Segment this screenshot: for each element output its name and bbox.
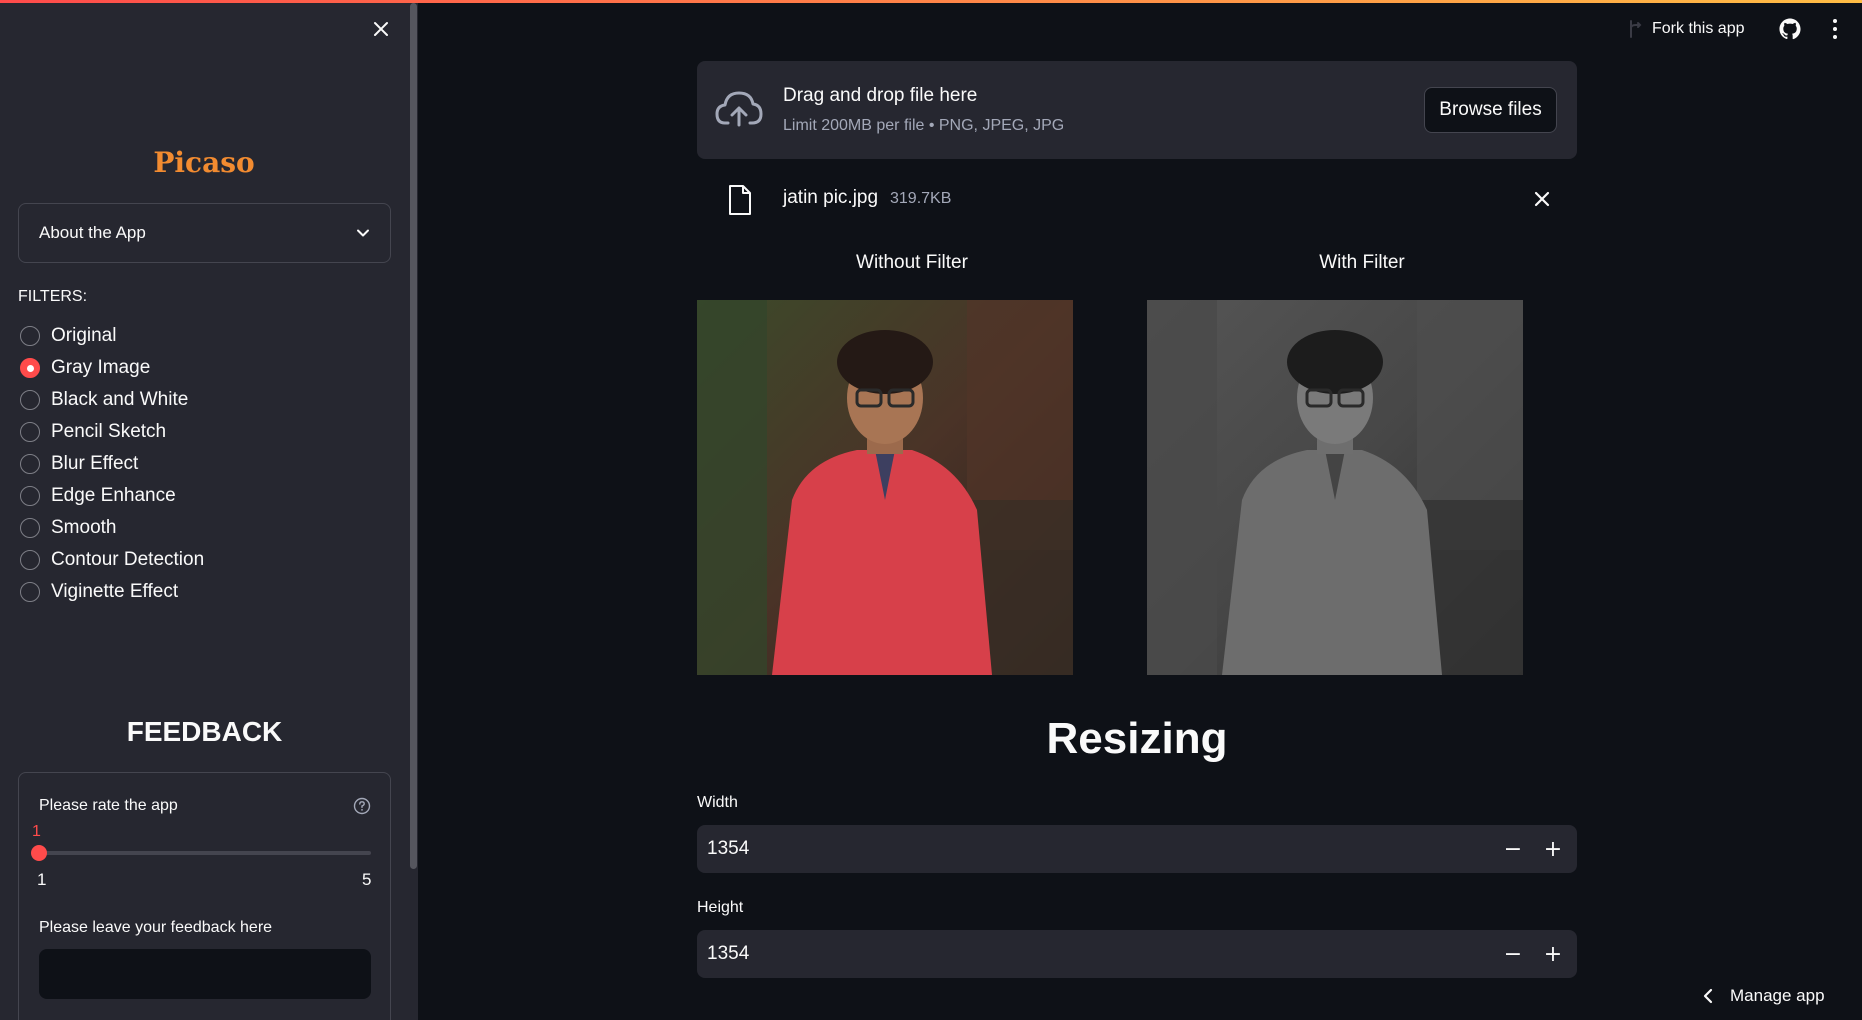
filter-option-gray-image[interactable]: Gray Image <box>20 352 204 384</box>
filter-option-label: Edge Enhance <box>51 485 176 506</box>
upload-limit-text: Limit 200MB per file • PNG, JPEG, JPG <box>783 117 1065 134</box>
kebab-menu-icon <box>1833 19 1837 23</box>
filters-label: FILTERS: <box>18 288 88 305</box>
rating-min-label: 1 <box>37 870 47 889</box>
width-input[interactable] <box>697 825 1467 873</box>
fork-app-link[interactable]: Fork this app <box>1628 16 1744 42</box>
radio-circle <box>20 454 40 474</box>
height-number-input: − + <box>697 930 1577 978</box>
filter-option-black-and-white[interactable]: Black and White <box>20 384 204 416</box>
main-menu-button[interactable] <box>1827 17 1843 41</box>
filter-option-label: Gray Image <box>51 357 151 378</box>
filter-option-smooth[interactable]: Smooth <box>20 512 204 544</box>
feedback-input[interactable] <box>39 949 371 999</box>
resizing-heading: Resizing <box>1046 714 1228 763</box>
sidebar: Picaso About the App FILTERS: Original G… <box>0 0 418 1020</box>
filter-option-label: Viginette Effect <box>51 581 179 602</box>
filter-option-contour-detection[interactable]: Contour Detection <box>20 544 204 576</box>
filter-option-label: Blur Effect <box>51 453 139 474</box>
browse-files-button[interactable]: Browse files <box>1424 87 1557 133</box>
height-increment-button[interactable]: + <box>1533 930 1573 978</box>
rating-slider-thumb[interactable] <box>31 845 47 861</box>
file-name: jatin pic.jpg <box>783 187 879 208</box>
filter-radio-group: Original Gray Image Black and White Penc… <box>20 320 204 608</box>
filter-option-original[interactable]: Original <box>20 320 204 352</box>
fork-icon <box>1630 20 1642 38</box>
cloud-upload-icon <box>715 91 763 127</box>
radio-circle <box>20 390 40 410</box>
height-input[interactable] <box>697 930 1467 978</box>
filter-option-label: Contour Detection <box>51 549 205 570</box>
filter-option-label: Smooth <box>51 517 117 538</box>
rating-max-label: 5 <box>362 870 372 889</box>
height-decrement-button[interactable]: − <box>1493 930 1533 978</box>
radio-circle <box>20 550 40 570</box>
width-decrement-button[interactable]: − <box>1493 825 1533 873</box>
radio-circle <box>20 582 40 602</box>
feedback-form: Please rate the app 1 1 5 Please leave y… <box>18 772 391 1020</box>
menu-dot <box>1833 27 1837 31</box>
filtered-photo <box>1147 300 1523 675</box>
with-filter-caption: With Filter <box>1319 252 1405 273</box>
chevron-down-icon <box>357 229 369 237</box>
width-label: Width <box>697 794 738 811</box>
filtered-photo-image <box>1147 300 1523 675</box>
close-icon <box>374 22 388 36</box>
about-app-expander[interactable]: About the App <box>18 203 391 263</box>
github-icon[interactable] <box>1779 18 1801 40</box>
rating-current-value: 1 <box>32 823 41 840</box>
top-decoration-bar <box>0 0 1862 3</box>
manage-app-button[interactable]: Manage app <box>1702 984 1825 1008</box>
width-number-input: − + <box>697 825 1577 873</box>
file-uploader-dropzone[interactable]: Drag and drop file here Limit 200MB per … <box>697 61 1577 159</box>
feedback-label: Please leave your feedback here <box>39 919 273 936</box>
delete-file-icon[interactable] <box>1532 189 1552 209</box>
manage-app-label: Manage app <box>1730 986 1825 1005</box>
expander-label: About the App <box>39 223 146 242</box>
original-photo-image <box>697 300 1073 675</box>
upload-title: Drag and drop file here <box>783 85 978 106</box>
rating-slider[interactable] <box>31 845 371 861</box>
without-filter-caption: Without Filter <box>856 252 968 273</box>
height-label: Height <box>697 899 744 916</box>
radio-circle <box>20 422 40 442</box>
help-icon[interactable] <box>353 797 371 815</box>
original-photo <box>697 300 1073 675</box>
radio-circle-checked <box>20 358 40 378</box>
uploaded-file-row: jatin pic.jpg 319.7KB <box>697 176 1577 222</box>
close-sidebar-button[interactable] <box>368 16 394 42</box>
filter-option-label: Pencil Sketch <box>51 421 167 442</box>
filter-option-blur-effect[interactable]: Blur Effect <box>20 448 204 480</box>
chevron-left-icon <box>1703 988 1713 1004</box>
filter-option-viginette-effect[interactable]: Viginette Effect <box>20 576 204 608</box>
menu-dot <box>1833 35 1837 39</box>
rate-label: Please rate the app <box>39 797 178 814</box>
radio-circle <box>20 326 40 346</box>
width-increment-button[interactable]: + <box>1533 825 1573 873</box>
radio-circle <box>20 486 40 506</box>
radio-circle <box>20 518 40 538</box>
file-size: 319.7KB <box>890 190 952 207</box>
filter-option-label: Black and White <box>51 389 189 410</box>
filter-option-pencil-sketch[interactable]: Pencil Sketch <box>20 416 204 448</box>
fork-label: Fork this app <box>1652 20 1745 37</box>
filter-option-edge-enhance[interactable]: Edge Enhance <box>20 480 204 512</box>
sidebar-scrollbar[interactable] <box>410 3 417 869</box>
file-icon <box>729 185 751 215</box>
filter-option-label: Original <box>51 325 117 346</box>
feedback-heading: FEEDBACK <box>126 716 283 747</box>
app-title: Picaso <box>153 146 255 179</box>
